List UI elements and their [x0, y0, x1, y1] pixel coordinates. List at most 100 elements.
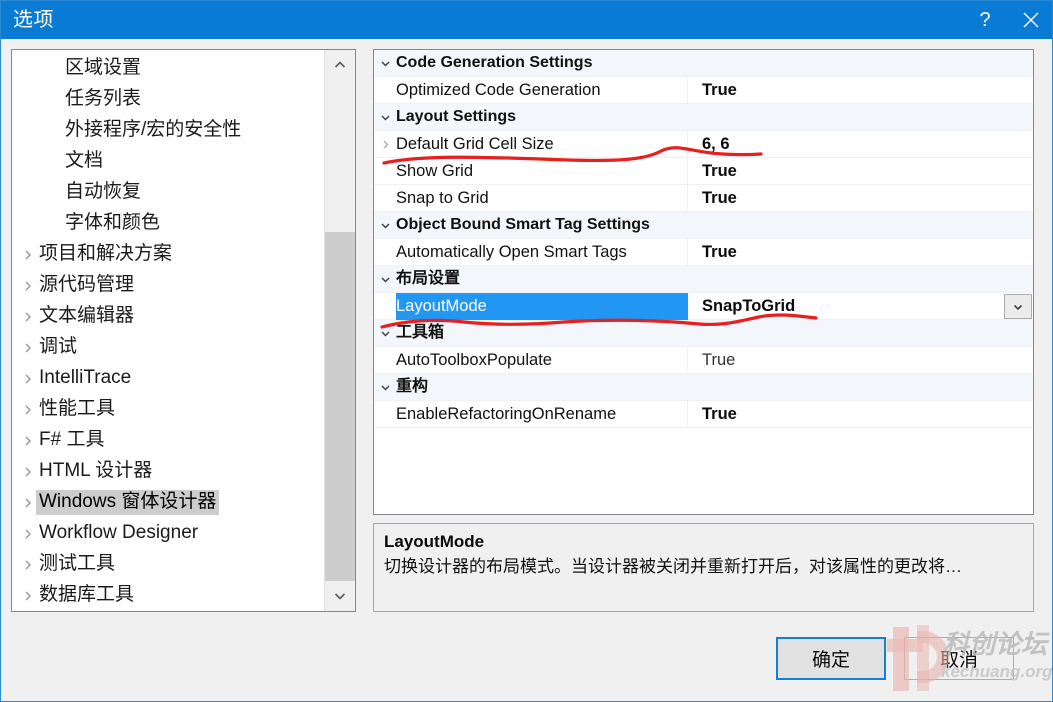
chevron-down-icon[interactable] — [374, 112, 396, 123]
close-button[interactable] — [1008, 1, 1052, 39]
tree-item-label: 数据库工具 — [39, 584, 135, 605]
property-row[interactable]: Automatically Open Smart Tags True — [374, 238, 1033, 266]
tree-item[interactable]: 调试 — [12, 332, 324, 363]
tree-scroll-thumb[interactable] — [325, 232, 355, 581]
tree-item[interactable]: 文本编辑器 — [12, 301, 324, 332]
tree-item[interactable]: 性能工具 — [12, 394, 324, 425]
options-category-tree[interactable]: 区域设置任务列表外接程序/宏的安全性 文档自动恢复 字体和颜色 项目和解决方案源代码管… — [12, 50, 324, 611]
property-row[interactable]: LayoutMode SnapToGrid — [374, 292, 1033, 320]
tree-scrollbar[interactable] — [324, 50, 355, 611]
tree-item-label: 调试 — [39, 336, 78, 357]
tree-item-label: 性能工具 — [39, 398, 116, 419]
property-category-label: Object Bound Smart Tag Settings — [396, 216, 650, 233]
chevron-down-icon[interactable] — [374, 328, 396, 339]
property-value-cell[interactable]: 6, 6 — [688, 131, 1033, 158]
chevron-down-icon[interactable] — [374, 274, 396, 285]
tree-scroll-up-button[interactable] — [325, 50, 355, 80]
chevron-right-icon[interactable] — [20, 249, 36, 261]
property-name-cell[interactable]: AutoToolboxPopulate — [396, 346, 688, 374]
properties-grid[interactable]: Code Generation Settings Optimized Code G… — [373, 49, 1034, 515]
property-category-label: 重构 — [396, 378, 429, 395]
chevron-right-icon[interactable] — [20, 559, 36, 571]
cancel-button[interactable]: 取消 — [904, 637, 1014, 680]
tree-item[interactable]: 任务列表 — [12, 84, 324, 115]
tree-item[interactable]: 字体和颜色 — [12, 208, 324, 239]
tree-item[interactable]: 数据库工具 — [12, 580, 324, 611]
property-category-label: Layout Settings — [396, 108, 517, 125]
tree-item[interactable]: HTML 设计器 — [12, 456, 324, 487]
property-name-cell[interactable]: Automatically Open Smart Tags — [396, 238, 688, 266]
chevron-right-icon[interactable] — [374, 139, 396, 150]
property-category-row[interactable]: 布局设置 — [374, 266, 1033, 293]
chevron-right-icon[interactable] — [20, 342, 36, 354]
tree-item[interactable]: Workflow Designer — [12, 518, 324, 549]
property-row[interactable]: Show Grid True — [374, 157, 1033, 185]
chevron-right-icon[interactable] — [20, 404, 36, 416]
chevron-right-icon[interactable] — [20, 466, 36, 478]
property-value-cell[interactable]: True — [688, 77, 1033, 104]
property-value-dropdown-button[interactable] — [1004, 294, 1032, 319]
tree-item-label: 任务列表 — [65, 88, 142, 109]
property-row[interactable]: EnableRefactoringOnRename True — [374, 400, 1033, 428]
property-category-row[interactable]: 重构 — [374, 374, 1033, 401]
property-value-cell[interactable]: SnapToGrid — [688, 293, 1033, 320]
help-button[interactable]: ? — [962, 1, 1008, 39]
property-category-row[interactable]: Layout Settings — [374, 104, 1033, 131]
property-name-cell[interactable]: Snap to Grid — [396, 184, 688, 212]
property-row[interactable]: Snap to Grid True — [374, 184, 1033, 212]
tree-item[interactable]: 测试工具 — [12, 549, 324, 580]
chevron-right-icon[interactable] — [20, 280, 36, 292]
ok-button[interactable]: 确定 — [776, 637, 886, 680]
tree-item-label: Windows 窗体设计器 — [36, 490, 220, 515]
tree-item-label: 文档 — [65, 150, 104, 171]
property-value-cell[interactable]: True — [688, 401, 1033, 428]
property-value-cell[interactable]: True — [688, 239, 1033, 266]
property-value-cell[interactable]: True — [688, 347, 1033, 374]
property-name-cell[interactable]: LayoutMode — [396, 292, 688, 320]
chevron-down-icon[interactable] — [374, 382, 396, 393]
tree-item[interactable]: 项目和解决方案 — [12, 239, 324, 270]
chevron-right-icon[interactable] — [20, 311, 36, 323]
tree-item-label: 测试工具 — [39, 553, 116, 574]
tree-item-label: IntelliTrace — [39, 367, 132, 388]
window-title: 选项 — [13, 9, 54, 31]
tree-item[interactable]: 外接程序/宏的安全性 — [12, 115, 324, 146]
question-mark-icon: ? — [979, 9, 991, 31]
options-dialog-window: 选项 ? 区域设置任务列表外接程序/宏的安全性 文档自动恢复 字体和颜色 项目和解决方… — [0, 0, 1053, 702]
tree-item-label: 源代码管理 — [39, 274, 135, 295]
property-name-cell[interactable]: Default Grid Cell Size — [396, 130, 688, 158]
property-row[interactable]: Default Grid Cell Size 6, 6 — [374, 130, 1033, 158]
tree-item[interactable]: 源代码管理 — [12, 270, 324, 301]
property-name-cell[interactable]: Optimized Code Generation — [396, 76, 688, 104]
tree-item[interactable]: F# 工具 — [12, 425, 324, 456]
property-row[interactable]: Optimized Code Generation True — [374, 76, 1033, 104]
tree-item[interactable]: 区域设置 — [12, 53, 324, 84]
property-description-title: LayoutMode — [384, 532, 485, 551]
tree-item[interactable]: IntelliTrace — [12, 363, 324, 394]
chevron-right-icon[interactable] — [20, 497, 36, 509]
property-row[interactable]: AutoToolboxPopulate True — [374, 346, 1033, 374]
chevron-right-icon[interactable] — [20, 528, 36, 540]
property-category-row[interactable]: Object Bound Smart Tag Settings — [374, 212, 1033, 239]
chevron-right-icon[interactable] — [20, 373, 36, 385]
tree-item-label: F# 工具 — [39, 429, 105, 450]
chevron-right-icon[interactable] — [20, 590, 36, 602]
tree-scroll-track[interactable] — [325, 80, 355, 581]
chevron-down-icon[interactable] — [374, 58, 396, 69]
chevron-down-icon[interactable] — [374, 220, 396, 231]
tree-item[interactable]: 文档 — [12, 146, 324, 177]
property-value-cell[interactable]: True — [688, 158, 1033, 185]
property-description-pane: LayoutMode 切换设计器的布局模式。当设计器被关闭并重新打开后，对该属性… — [373, 523, 1034, 612]
property-name-cell[interactable]: Show Grid — [396, 157, 688, 185]
tree-item[interactable]: Windows 窗体设计器 — [12, 487, 324, 518]
property-value-cell[interactable]: True — [688, 185, 1033, 212]
tree-item-label: 外接程序/宏的安全性 — [65, 119, 242, 140]
tree-item[interactable]: 自动恢复 — [12, 177, 324, 208]
property-category-row[interactable]: Code Generation Settings — [374, 50, 1033, 77]
property-name-cell[interactable]: EnableRefactoringOnRename — [396, 400, 688, 428]
property-category-row[interactable]: 工具箱 — [374, 320, 1033, 347]
property-category-label: 工具箱 — [396, 324, 445, 341]
tree-scroll-down-button[interactable] — [325, 581, 355, 611]
chevron-right-icon[interactable] — [20, 435, 36, 447]
tree-item-label: 文本编辑器 — [39, 305, 135, 326]
